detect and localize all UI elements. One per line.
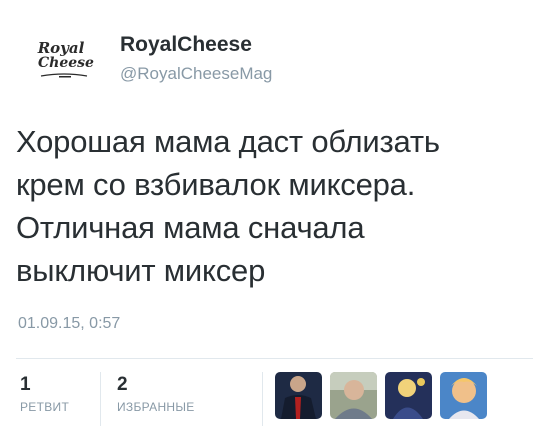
author-name[interactable]: RoyalCheese: [120, 33, 252, 57]
tweet-text: Хорошая мама даст облизать крем со взбив…: [16, 120, 531, 292]
tweet-text-line: Хорошая мама даст облизать: [16, 124, 440, 159]
logo-text-royal: Royal: [37, 39, 85, 57]
author-handle[interactable]: @RoyalCheeseMag: [120, 64, 272, 84]
author-avatar[interactable]: Royal Cheese: [25, 28, 103, 92]
favoriter-avatar[interactable]: [440, 372, 487, 419]
retweet-count-value: 1: [20, 374, 31, 395]
retweet-count-label: РЕТВИТ: [20, 400, 70, 414]
logo-text-cheese: Cheese: [38, 55, 94, 71]
favorite-count[interactable]: 2 ИЗБРАННЫЕ: [117, 374, 195, 414]
tweet-timestamp[interactable]: 01.09.15, 0:57: [18, 315, 120, 333]
tweet-text-line: крем со взбивалок миксера.: [16, 167, 416, 202]
user-avatar-cartoon-girl-icon: [440, 372, 487, 419]
tweet-text-line: выключит миксер: [16, 253, 266, 288]
favoriter-avatar[interactable]: [330, 372, 377, 419]
favoriter-avatar[interactable]: [275, 372, 322, 419]
user-avatar-blonde-figure-icon: [385, 372, 432, 419]
stats-separator: [100, 372, 101, 426]
favorite-count-label: ИЗБРАННЫЕ: [117, 400, 195, 414]
user-avatar-man-red-tie-icon: [275, 372, 322, 419]
favorite-count-value: 2: [117, 374, 128, 395]
stats-separator: [262, 372, 263, 426]
tweet-text-line: Отличная мама сначала: [16, 210, 365, 245]
favoriter-avatar[interactable]: [385, 372, 432, 419]
logo-swash-icon: [40, 73, 88, 78]
user-avatar-man-outdoors-icon: [330, 372, 377, 419]
tweet-card: Royal Cheese RoyalCheese @RoyalCheeseMag…: [0, 0, 550, 444]
stats-divider: [16, 358, 533, 359]
retweet-count[interactable]: 1 РЕТВИТ: [20, 374, 69, 414]
favorited-by-list: [275, 372, 487, 419]
